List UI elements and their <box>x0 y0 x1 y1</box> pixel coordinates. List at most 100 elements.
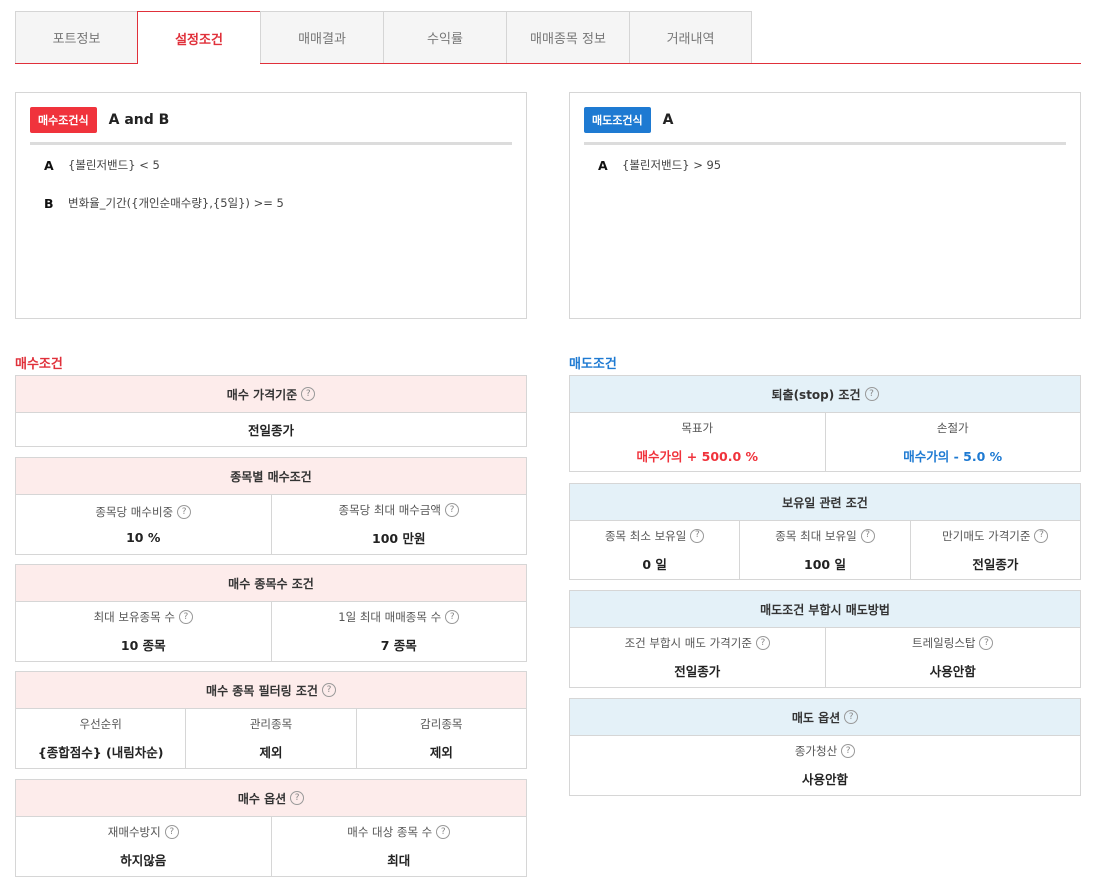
header-label: 퇴출(stop) 조건 <box>771 387 861 402</box>
cell-label: 트레일링스탑? <box>912 635 994 651</box>
sell-holding-table: 보유일 관련 조건 종목 최소 보유일? 0 일 종목 최대 보유일? 100 … <box>569 483 1081 580</box>
table-cell: 감리종목 제외 <box>355 709 526 768</box>
help-icon[interactable]: ? <box>290 791 305 805</box>
table-header: 퇴출(stop) 조건 ? <box>570 376 1080 413</box>
table-header: 매수 가격기준 ? <box>16 376 526 413</box>
cell-label: 목표가 <box>681 420 714 435</box>
cell-label: 감리종목 <box>420 717 463 731</box>
table-cell: 최대 보유종목 수? 10 종목 <box>16 602 271 661</box>
buy-formula-row: B 변화율_기간({개인순매수량},{5일}) >= 5 <box>44 195 284 211</box>
header-label: 보유일 관련 조건 <box>782 495 868 510</box>
table-cell: 종목당 매수비중? 10 % <box>16 495 271 554</box>
cell-value: 0 일 <box>642 556 667 572</box>
formula-text: {볼린저밴드} < 5 <box>68 158 160 172</box>
cell-value: 매수가의 + 500.0 % <box>636 448 759 464</box>
help-icon[interactable]: ? <box>1034 528 1049 543</box>
table-cell: 우선순위 {종합점수} (내림차순) <box>16 709 185 768</box>
buy-conditions-title: 매수조건 <box>15 357 63 372</box>
cell-label: 종가청산? <box>795 743 856 759</box>
cell-value: 제외 <box>429 745 453 760</box>
header-label: 매도 옵션 <box>791 710 841 725</box>
table-cell: 손절가 매수가의 - 5.0 % <box>824 413 1081 471</box>
sell-formula-header: 매도조건식 A <box>584 107 1066 145</box>
buy-price-basis-table: 매수 가격기준 ? 전일종가 <box>15 375 527 447</box>
cell-value: 전일종가 <box>674 664 721 679</box>
header-label: 매수 종목수 조건 <box>228 576 314 591</box>
tab-trade-results[interactable]: 매매결과 <box>260 11 384 63</box>
tab-settings[interactable]: 설정조건 <box>137 11 261 64</box>
help-icon[interactable]: ? <box>445 610 460 624</box>
help-icon[interactable]: ? <box>164 825 179 839</box>
cell-label: 재매수방지? <box>108 824 179 840</box>
buy-formula-badge: 매수조건식 <box>30 107 97 133</box>
tab-port-info[interactable]: 포트정보 <box>15 11 138 63</box>
cell-label: 1일 최대 매매종목 수? <box>338 609 460 625</box>
cell-label: 종목 최대 보유일? <box>775 528 875 544</box>
help-icon[interactable]: ? <box>979 636 994 650</box>
buy-filter-table: 매수 종목 필터링 조건 ? 우선순위 {종합점수} (내림차순) 관리종목 제… <box>15 671 527 769</box>
help-icon[interactable]: ? <box>301 387 316 401</box>
tab-stock-info[interactable]: 매매종목 정보 <box>506 11 630 63</box>
cell-value: 하지않음 <box>120 853 167 868</box>
help-icon[interactable]: ? <box>436 825 451 839</box>
header-label: 종목별 매수조건 <box>230 469 312 484</box>
header-label: 매도조건 부합시 매도방법 <box>760 602 890 617</box>
tab-bar: 포트정보 설정조건 매매결과 수익률 매매종목 정보 거래내역 <box>15 11 1081 64</box>
table-cell: 종가청산? 사용안함 <box>570 736 1080 795</box>
tab-returns[interactable]: 수익률 <box>383 11 507 63</box>
buy-count-table: 매수 종목수 조건 최대 보유종목 수? 10 종목 1일 최대 매매종목 수?… <box>15 564 527 662</box>
cell-value: 10 종목 <box>120 638 166 653</box>
cell-value: 7 종목 <box>380 638 417 653</box>
cell-label: 손절가 <box>936 420 969 435</box>
help-icon[interactable]: ? <box>178 610 193 624</box>
cell-value: {종합점수} (내림차순) <box>37 745 164 760</box>
table-cell: 만기매도 가격기준? 전일종가 <box>909 521 1080 579</box>
table-cell: 종목 최소 보유일? 0 일 <box>570 521 739 579</box>
table-cell: 매수 대상 종목 수? 최대 <box>270 817 527 876</box>
cell-label: 종목 최소 보유일? <box>605 528 705 544</box>
help-icon[interactable]: ? <box>177 505 192 519</box>
help-icon[interactable]: ? <box>844 710 859 724</box>
formula-key: A <box>44 157 54 173</box>
cell-label: 조건 부합시 매도 가격기준? <box>625 635 770 651</box>
sell-formula-badge: 매도조건식 <box>584 107 651 133</box>
help-icon[interactable]: ? <box>841 744 856 758</box>
buy-formula-expression: A and B <box>108 112 170 128</box>
help-icon[interactable]: ? <box>755 636 770 650</box>
cell-label: 만기매도 가격기준? <box>942 528 1049 544</box>
help-icon[interactable]: ? <box>445 503 460 517</box>
table-header: 종목별 매수조건 <box>16 458 526 495</box>
table-cell: 목표가 매수가의 + 500.0 % <box>570 413 825 471</box>
tab-history[interactable]: 거래내역 <box>629 11 752 63</box>
help-icon[interactable]: ? <box>860 528 875 543</box>
header-label: 매수 옵션 <box>237 791 287 806</box>
table-cell: 조건 부합시 매도 가격기준? 전일종가 <box>570 628 825 687</box>
formula-text: {볼린저밴드} > 95 <box>622 158 722 172</box>
table-cell: 관리종목 제외 <box>185 709 355 768</box>
buy-formula-panel: 매수조건식 A and B A {볼린저밴드} < 5 B 변화율_기간({개인… <box>15 92 527 319</box>
help-icon[interactable]: ? <box>321 683 336 697</box>
cell-label: 관리종목 <box>249 717 293 731</box>
buy-options-table: 매수 옵션 ? 재매수방지? 하지않음 매수 대상 종목 수? 최대 <box>15 779 527 877</box>
table-cell: 종목당 최대 매수금액? 100 만원 <box>270 495 527 554</box>
help-icon[interactable]: ? <box>864 387 879 401</box>
cell-value: 매수가의 - 5.0 % <box>903 448 1003 464</box>
formula-key: A <box>598 157 608 173</box>
sell-formula-row: A {볼린저밴드} > 95 <box>598 157 721 173</box>
formula-text: 변화율_기간({개인순매수량},{5일}) >= 5 <box>68 196 284 210</box>
cell-value: 제외 <box>259 745 283 760</box>
table-header: 매수 종목수 조건 <box>16 565 526 602</box>
help-icon[interactable]: ? <box>690 528 705 543</box>
header-label: 매수 종목 필터링 조건 <box>206 683 318 698</box>
table-header: 매도 옵션 ? <box>570 699 1080 736</box>
cell-label: 최대 보유종목 수? <box>94 609 193 625</box>
sell-formula-panel: 매도조건식 A A {볼린저밴드} > 95 <box>569 92 1081 319</box>
header-label: 매수 가격기준 <box>226 387 298 402</box>
buy-per-stock-table: 종목별 매수조건 종목당 매수비중? 10 % 종목당 최대 매수금액? 100… <box>15 457 527 555</box>
formula-key: B <box>44 195 54 211</box>
sell-formula-expression: A <box>662 112 674 128</box>
cell-label: 종목당 매수비중? <box>95 504 192 520</box>
table-header: 보유일 관련 조건 <box>570 484 1080 521</box>
table-cell: 전일종가 <box>16 413 526 446</box>
table-cell: 1일 최대 매매종목 수? 7 종목 <box>270 602 527 661</box>
